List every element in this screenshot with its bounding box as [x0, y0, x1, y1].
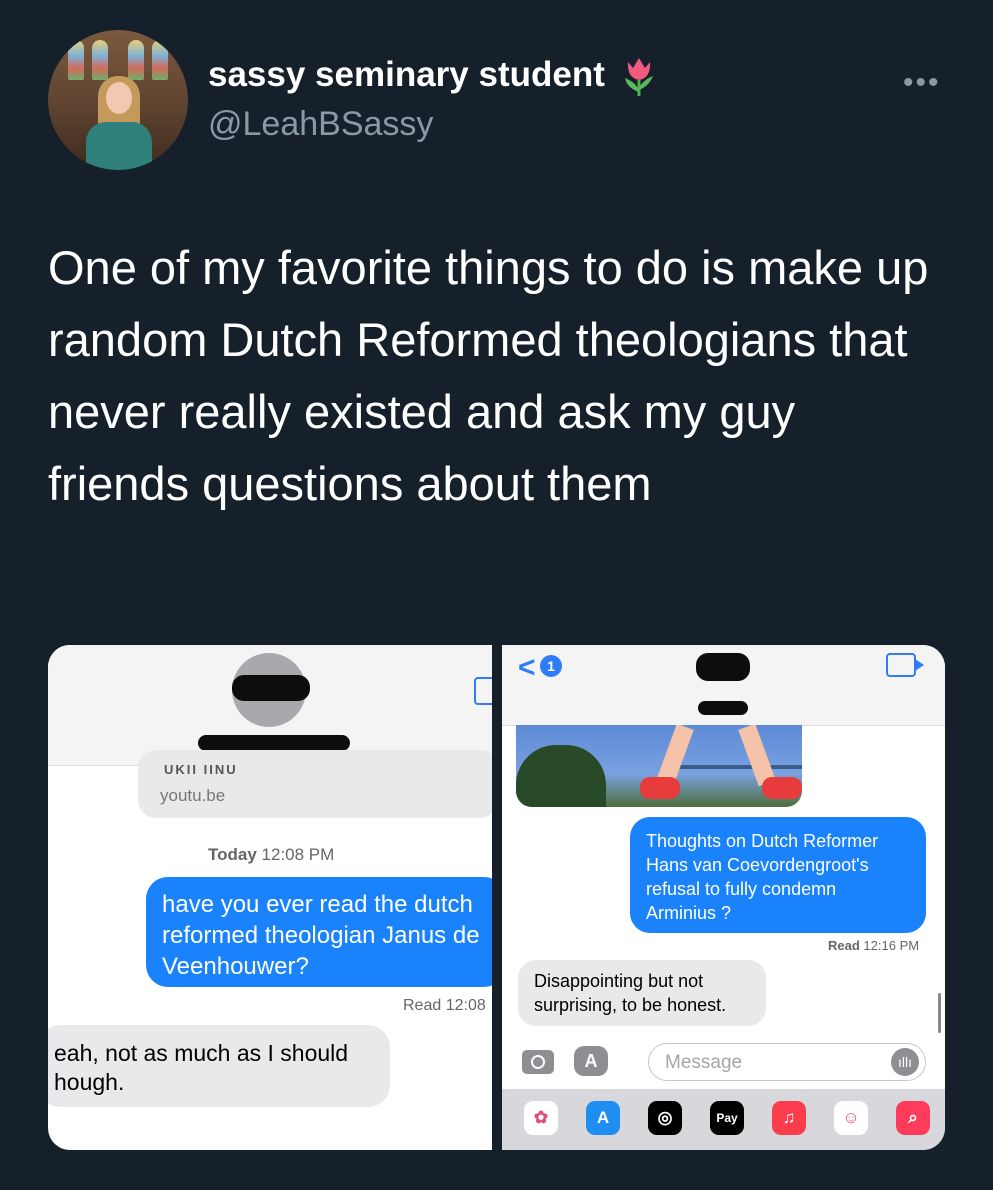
timestamp-day: Today	[208, 845, 257, 864]
link-source: youtu.be	[160, 786, 226, 805]
outgoing-message-bubble[interactable]: have you ever read the dutch reformed th…	[146, 877, 492, 987]
more-options-icon[interactable]: •••	[903, 66, 941, 100]
user-handle[interactable]: @LeahBSassy	[208, 105, 433, 144]
memoji-icon[interactable]: ☺	[834, 1101, 868, 1135]
avatar-face	[106, 82, 132, 114]
timestamp-time: 12:08 PM	[261, 845, 335, 864]
back-chevron-icon[interactable]: <	[518, 651, 536, 685]
app-drawer: ✿ A ◎ Pay ♫ ☺ ⌕	[502, 1089, 945, 1150]
image-shoe	[640, 777, 680, 799]
stained-glass-window	[68, 40, 84, 80]
redaction-mark	[198, 735, 350, 751]
incoming-message-bubble[interactable]: eah, not as much as I should hough.	[48, 1025, 390, 1107]
message-placeholder: Message	[665, 1052, 743, 1073]
stained-glass-window	[128, 40, 144, 80]
unread-badge: 1	[540, 655, 562, 677]
read-receipt: Read 12:16 PM	[828, 938, 919, 953]
right-screenshot[interactable]: < 1 Thoughts on Dutch Reformer Hans van …	[502, 645, 945, 1150]
redaction-mark	[698, 701, 748, 715]
app-store-icon[interactable]: A	[586, 1101, 620, 1135]
message-timestamp: Today 12:08 PM	[208, 845, 334, 865]
video-call-icon[interactable]	[886, 653, 924, 677]
outgoing-message-bubble[interactable]: Thoughts on Dutch Reformer Hans van Coev…	[630, 817, 926, 933]
avatar-body	[86, 122, 152, 170]
read-receipt: Read 12:08	[403, 997, 486, 1014]
conversation-header: < 1	[502, 645, 945, 726]
image-shoe	[762, 777, 802, 799]
audio-message-icon[interactable]: ıllı	[891, 1048, 919, 1076]
search-images-icon[interactable]: ⌕	[896, 1101, 930, 1135]
redaction-mark	[696, 653, 750, 681]
apple-pay-icon[interactable]: Pay	[710, 1101, 744, 1135]
left-screenshot[interactable]: UKII IINU youtu.be Today 12:08 PM have y…	[48, 645, 492, 1150]
message-input-bar: A Message ıllı	[502, 1041, 945, 1085]
music-icon[interactable]: ♫	[772, 1101, 806, 1135]
link-preview-card[interactable]: UKII IINU youtu.be	[138, 750, 492, 818]
display-name-text: sassy seminary student	[208, 55, 605, 94]
link-title: UKII IINU	[164, 762, 238, 777]
tulip-icon	[624, 57, 653, 96]
display-name[interactable]: sassy seminary student	[208, 55, 659, 98]
fitness-icon[interactable]: ◎	[648, 1101, 682, 1135]
stained-glass-window	[152, 40, 168, 80]
photos-icon[interactable]: ✿	[524, 1101, 558, 1135]
app-store-icon[interactable]: A	[574, 1046, 608, 1076]
conversation-header	[48, 645, 492, 766]
video-call-icon[interactable]	[474, 677, 492, 705]
stained-glass-window	[92, 40, 108, 80]
image-foliage	[516, 745, 606, 807]
shared-image[interactable]	[516, 725, 802, 807]
tweet-text: One of my favorite things to do is make …	[48, 241, 929, 510]
read-label: Read	[828, 938, 860, 953]
incoming-message-bubble[interactable]: Disappointing but not surprising, to be …	[518, 960, 766, 1026]
redaction-mark	[232, 675, 310, 701]
scrollbar[interactable]	[938, 993, 941, 1033]
image-railing	[666, 765, 802, 769]
read-time: 12:16 PM	[863, 938, 920, 953]
message-input[interactable]: Message ıllı	[648, 1043, 926, 1081]
profile-avatar[interactable]	[48, 30, 188, 170]
camera-icon[interactable]	[522, 1050, 554, 1074]
